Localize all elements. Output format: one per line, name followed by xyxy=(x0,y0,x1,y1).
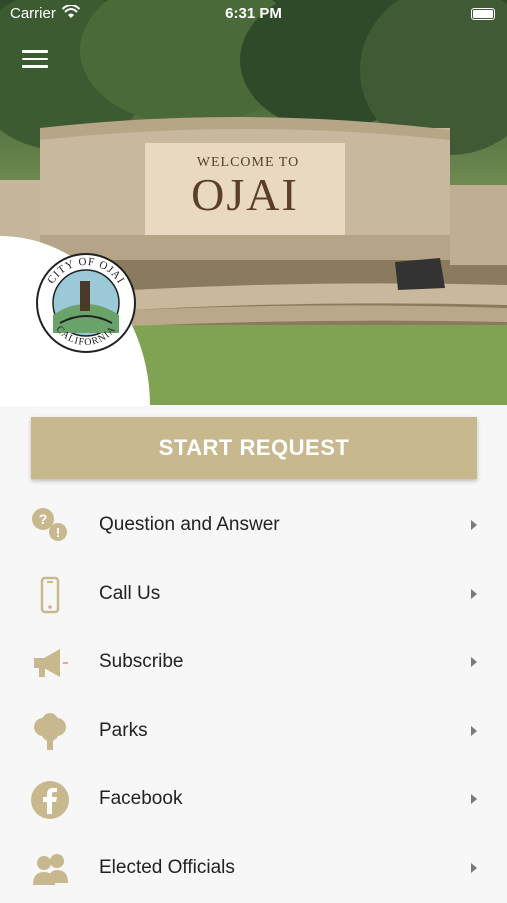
menu-item-label: Call Us xyxy=(99,583,160,605)
menu-item-facebook[interactable]: Facebook xyxy=(0,766,507,835)
menu-icon[interactable] xyxy=(22,50,48,70)
chevron-right-icon xyxy=(471,726,477,736)
clock-label: 6:31 PM xyxy=(0,5,507,22)
megaphone-icon xyxy=(30,643,70,683)
officials-icon xyxy=(30,849,70,889)
menu-item-subscribe[interactable]: Subscribe xyxy=(0,629,507,698)
menu-item-elected-officials[interactable]: Elected Officials xyxy=(0,835,507,903)
menu-item-label: Facebook xyxy=(99,788,182,810)
sign-ojai-text: OJAI xyxy=(160,168,330,221)
city-seal-logo: CITY OF OJAI CALIFORNIA xyxy=(36,253,136,353)
status-bar: Carrier 6:31 PM xyxy=(0,0,507,30)
battery-icon xyxy=(471,8,495,20)
svg-text:!: ! xyxy=(56,525,60,540)
chevron-right-icon xyxy=(471,794,477,804)
menu-list: ? ! Question and Answer Call Us Subscrib… xyxy=(0,492,507,903)
chevron-right-icon xyxy=(471,863,477,873)
tree-icon xyxy=(30,712,70,752)
menu-item-parks[interactable]: Parks xyxy=(0,698,507,767)
facebook-icon xyxy=(30,780,70,820)
chevron-right-icon xyxy=(471,520,477,530)
phone-icon xyxy=(30,575,70,615)
menu-item-question-answer[interactable]: ? ! Question and Answer xyxy=(0,492,507,561)
menu-item-label: Question and Answer xyxy=(99,514,280,536)
chevron-right-icon xyxy=(471,657,477,667)
menu-item-label: Elected Officials xyxy=(99,857,235,879)
chevron-right-icon xyxy=(471,589,477,599)
svg-text:?: ? xyxy=(39,511,48,527)
menu-item-label: Subscribe xyxy=(99,651,184,673)
menu-item-label: Parks xyxy=(99,720,148,742)
menu-item-call-us[interactable]: Call Us xyxy=(0,561,507,630)
question-answer-icon: ? ! xyxy=(30,506,70,546)
start-request-button[interactable]: START REQUEST xyxy=(31,417,477,479)
